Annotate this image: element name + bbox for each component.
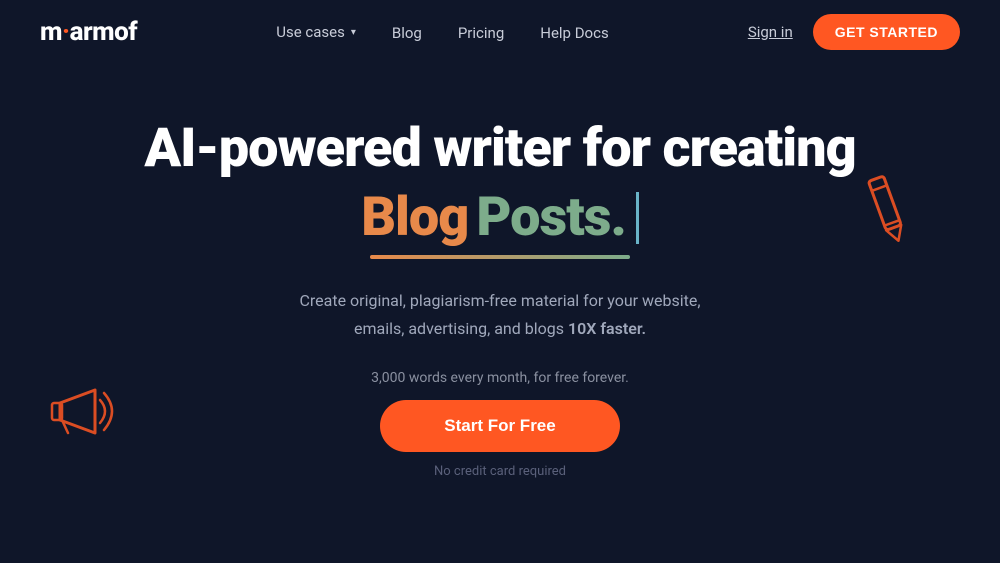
nav-item-help-docs[interactable]: Help Docs — [540, 23, 608, 42]
free-forever-text: 3,000 words every month, for free foreve… — [371, 370, 629, 386]
use-cases-label: Use cases — [276, 23, 345, 41]
hero-posts-word: Posts. — [476, 186, 625, 249]
start-free-button[interactable]: Start For Free — [380, 400, 620, 452]
megaphone-icon — [40, 365, 130, 459]
logo[interactable]: m·armof — [40, 17, 137, 47]
logo-text: m·armof — [40, 17, 137, 47]
hero-description: Create original, plagiarism-free materia… — [299, 287, 700, 341]
chevron-down-icon: ▾ — [351, 27, 356, 38]
logo-dot: · — [62, 17, 70, 47]
nav-links: Use cases ▾ Blog Pricing Help Docs — [276, 23, 608, 42]
hero-subtitle-row: Blog Posts. — [361, 186, 639, 249]
subtitle-underline — [370, 255, 630, 259]
nav-item-use-cases[interactable]: Use cases ▾ — [276, 23, 356, 41]
blog-label: Blog — [392, 24, 422, 42]
nav-item-blog[interactable]: Blog — [392, 23, 422, 42]
no-credit-text: No credit card required — [434, 464, 566, 479]
pricing-label: Pricing — [458, 24, 504, 42]
navbar: m·armof Use cases ▾ Blog Pricing Help Do… — [0, 0, 1000, 64]
nav-right: Sign in GET STARTED — [748, 14, 960, 50]
hero-title-line1: AI-powered writer for creating — [144, 119, 855, 178]
hero-blog-word: Blog — [361, 186, 468, 249]
hero-description-line1: Create original, plagiarism-free materia… — [299, 291, 700, 310]
hero-description-bold: 10X faster. — [568, 319, 646, 338]
hero-section: AI-powered writer for creating Blog Post… — [0, 64, 1000, 479]
get-started-button[interactable]: GET STARTED — [813, 14, 960, 50]
hero-description-line2: emails, advertising, and blogs — [354, 319, 564, 338]
help-docs-label: Help Docs — [540, 24, 608, 42]
text-cursor — [636, 192, 639, 244]
pencil-icon — [860, 164, 940, 248]
sign-in-link[interactable]: Sign in — [748, 23, 793, 41]
nav-item-pricing[interactable]: Pricing — [458, 23, 504, 42]
